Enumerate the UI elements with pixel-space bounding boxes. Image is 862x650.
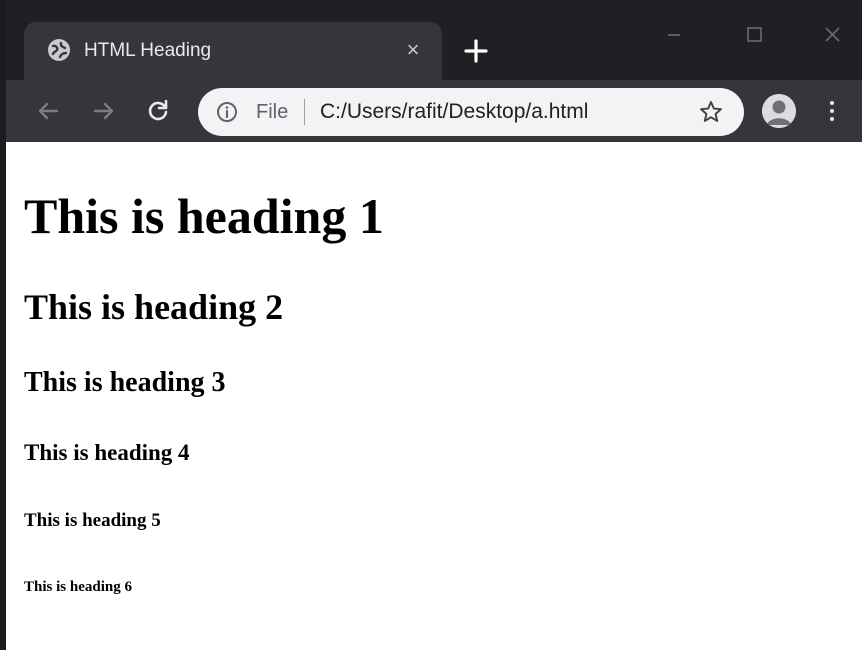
heading-4: This is heading 4 <box>24 440 190 465</box>
page-content: This is heading 1 This is heading 2 This… <box>24 142 862 650</box>
address-bar[interactable]: File C:/Users/rafit/Desktop/a.html <box>198 88 744 136</box>
more-vert-icon[interactable] <box>818 96 846 126</box>
heading-6: This is heading 6 <box>24 579 132 595</box>
reload-icon[interactable] <box>142 95 174 127</box>
close-icon[interactable] <box>812 20 852 50</box>
globe-icon <box>48 39 70 61</box>
plus-icon[interactable] <box>461 36 491 66</box>
scheme-divider <box>304 99 305 125</box>
tab-strip: HTML Heading × <box>6 0 862 80</box>
maximize-icon[interactable] <box>734 20 774 50</box>
heading-3: This is heading 3 <box>24 367 226 398</box>
browser-toolbar: File C:/Users/rafit/Desktop/a.html <box>6 80 862 142</box>
arrow-right-icon[interactable] <box>88 95 120 127</box>
heading-2: This is heading 2 <box>24 287 284 327</box>
browser-window: HTML Heading × File C:/Users/rafit/Deskt… <box>0 0 862 650</box>
tab-title: HTML Heading <box>84 40 212 61</box>
star-icon[interactable] <box>698 99 724 125</box>
minimize-icon[interactable] <box>654 20 694 50</box>
url-text[interactable]: C:/Users/rafit/Desktop/a.html <box>320 100 588 124</box>
tab-html-heading[interactable]: HTML Heading × <box>24 22 442 80</box>
scheme-label: File <box>256 101 289 123</box>
heading-5: This is heading 5 <box>24 510 161 531</box>
arrow-left-icon[interactable] <box>32 95 64 127</box>
heading-1: This is heading 1 <box>24 188 384 244</box>
info-icon[interactable] <box>216 101 238 123</box>
avatar-icon[interactable] <box>762 94 796 128</box>
tab-close-icon[interactable]: × <box>400 37 426 63</box>
